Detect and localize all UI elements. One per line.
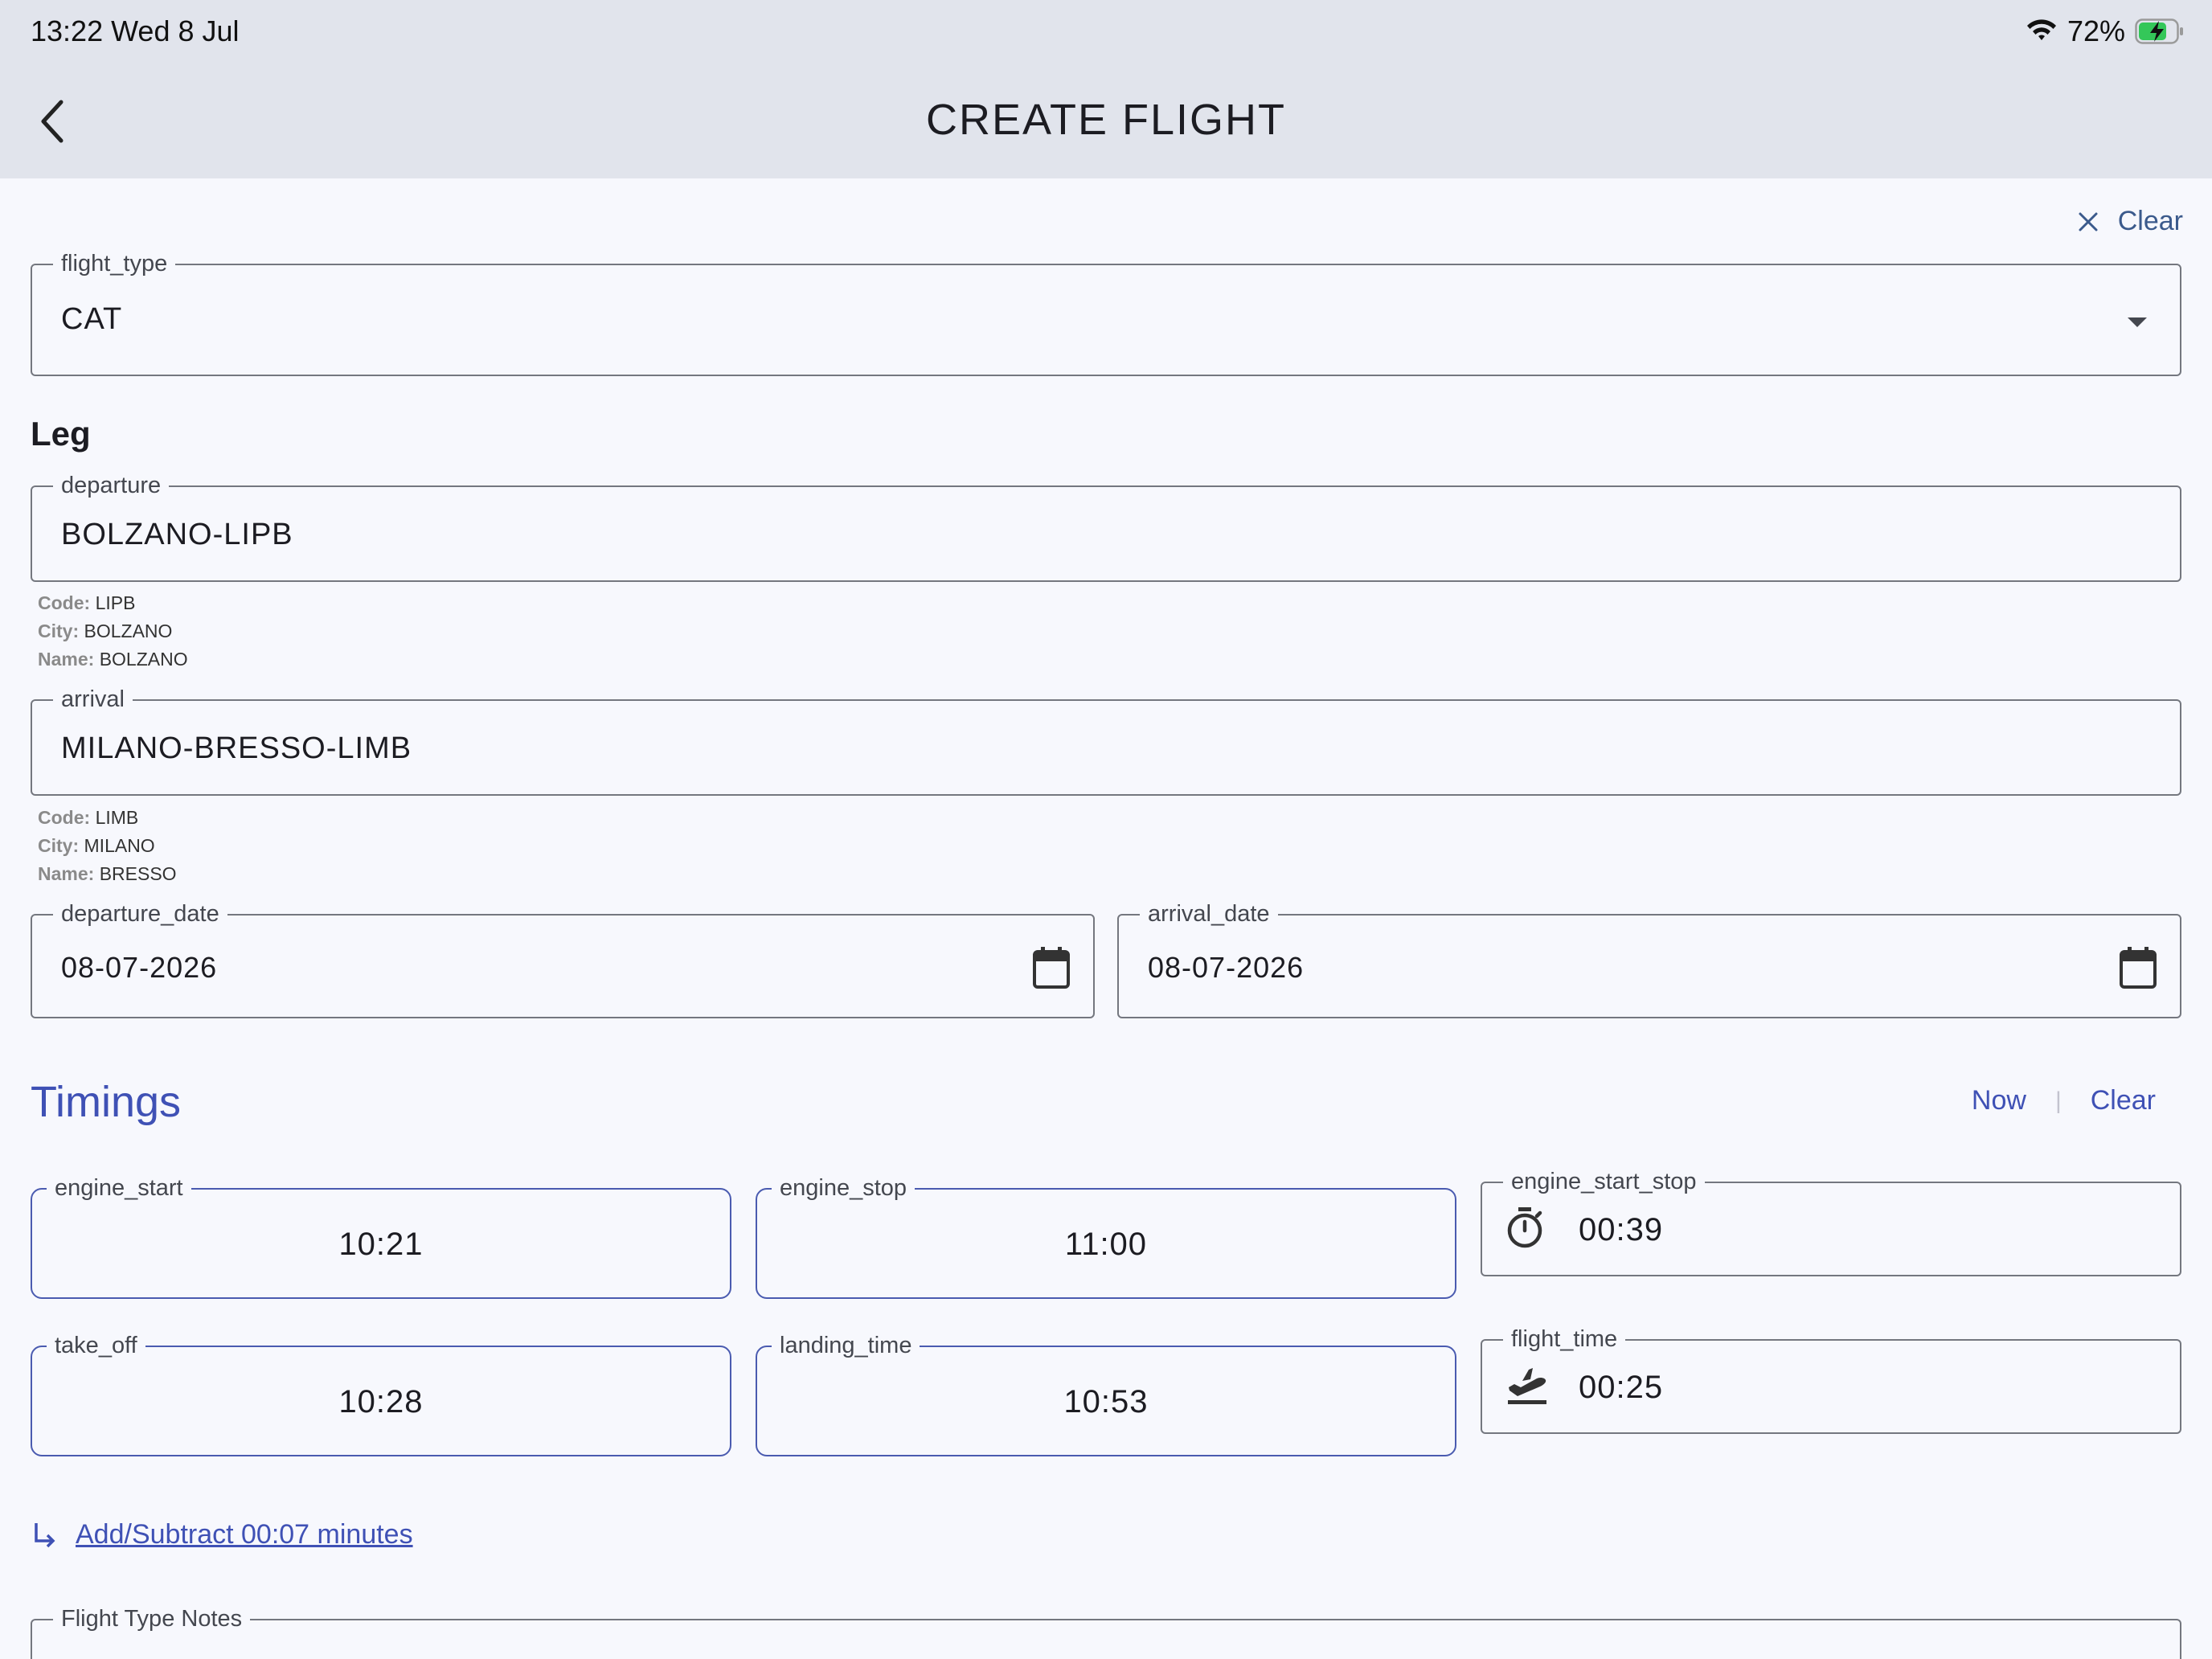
departure-value: BOLZANO-LIPB [61,518,293,551]
battery-charging-icon [2135,18,2185,45]
arrival-date-field[interactable]: arrival_date 08-07-2026 [1117,901,2181,1018]
calendar-icon[interactable] [1032,946,1071,989]
leg-section-title: Leg [31,415,91,453]
arrival-label: arrival [53,686,133,712]
engine-start-value: 10:21 [338,1227,424,1262]
departure-label: departure [53,473,170,498]
actions-separator: | [2054,1087,2062,1114]
take-off-field[interactable]: take_off 10:28 [31,1333,731,1456]
flight-type-label: flight_type [53,251,176,276]
take-off-value: 10:28 [338,1384,424,1419]
close-icon [2079,212,2098,231]
departure-field[interactable]: departure BOLZANO-LIPB [31,473,2181,582]
flight-type-notes-label: Flight Type Notes [53,1606,251,1632]
timings-clear-button[interactable]: Clear [2091,1085,2156,1116]
arrival-city: MILANO [84,835,155,856]
status-indicators: 72% [2026,14,2185,48]
flight-type-value: CAT [61,302,123,336]
timer-icon [1507,1207,1542,1248]
arrival-code: LIMB [95,807,139,828]
arrival-date-label: arrival_date [1140,901,1278,927]
calendar-icon[interactable] [2119,946,2157,989]
subdirectory-arrow-icon [32,1522,64,1549]
engine-start-stop-label: engine_start_stop [1503,1169,1705,1194]
app-bar: 13:22 Wed 8 Jul 72% CREATE FLIGHT [0,0,2212,178]
engine-stop-label: engine_stop [772,1175,916,1201]
flight-takeoff-icon [1508,1368,1546,1404]
adjust-time-row: Add/Subtract 00:07 minutes [32,1519,413,1550]
engine-start-field[interactable]: engine_start 10:21 [31,1175,731,1299]
engine-start-label: engine_start [47,1175,191,1201]
adjust-time-link[interactable]: Add/Subtract 00:07 minutes [76,1519,413,1550]
flight-time-label: flight_time [1503,1326,1626,1352]
engine-start-stop-field: engine_start_stop 00:39 [1481,1169,2181,1276]
battery-percent: 72% [2067,14,2125,47]
timings-actions: Now | Clear [1972,1085,2156,1116]
take-off-label: take_off [47,1333,145,1358]
arrival-name: BRESSO [99,863,177,884]
departure-code: LIPB [95,592,136,613]
status-time-date: 13:22 Wed 8 Jul [31,14,240,47]
departure-date-value: 08-07-2026 [61,951,218,984]
flight-type-notes-field[interactable]: Flight Type Notes [31,1606,2181,1659]
flight-type-select[interactable]: flight_type CAT [31,251,2181,376]
engine-stop-field[interactable]: engine_stop 11:00 [756,1175,1456,1299]
arrival-field[interactable]: arrival MILANO-BRESSO-LIMB [31,686,2181,796]
departure-date-field[interactable]: departure_date 08-07-2026 [31,901,1095,1018]
wifi-icon [2026,19,2058,43]
landing-time-field[interactable]: landing_time 10:53 [756,1333,1456,1456]
engine-stop-value: 11:00 [1064,1227,1148,1262]
clear-form-label: Clear [2117,206,2183,236]
landing-time-value: 10:53 [1063,1384,1149,1419]
engine-start-stop-value: 00:39 [1579,1212,1664,1247]
timings-section-title: Timings [31,1078,182,1126]
departure-airport-info: Code: LIPB City: BOLZANO Name: BOLZANO [38,592,188,670]
departure-name: BOLZANO [99,649,188,670]
arrival-airport-info: Code: LIMB City: MILANO Name: BRESSO [38,807,177,884]
page-title: CREATE FLIGHT [925,96,1287,144]
arrival-date-value: 08-07-2026 [1148,951,1305,984]
flight-time-field: flight_time 00:25 [1481,1326,2181,1434]
departure-city: BOLZANO [84,621,173,641]
dropdown-arrow-icon [2128,317,2147,327]
clear-form-button[interactable]: Clear [2078,206,2183,237]
arrival-value: MILANO-BRESSO-LIMB [61,731,412,765]
now-button[interactable]: Now [1972,1085,2026,1116]
landing-time-label: landing_time [772,1333,920,1358]
departure-date-label: departure_date [53,901,227,927]
flight-time-value: 00:25 [1579,1370,1664,1405]
